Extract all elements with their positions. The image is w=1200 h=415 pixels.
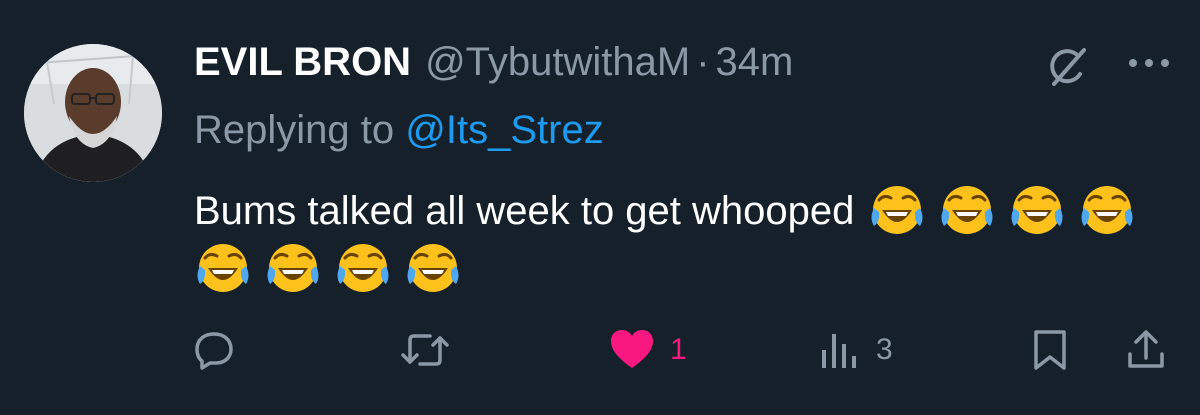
laughing-tears-emoji <box>334 240 392 296</box>
views-icon <box>822 334 856 368</box>
heart-icon <box>611 330 653 368</box>
share-icon <box>1128 330 1164 368</box>
reply-button[interactable] <box>192 320 250 380</box>
reply-to-handle[interactable]: @Its_Strez <box>405 108 603 152</box>
laughing-tears-emoji <box>194 240 252 296</box>
display-name[interactable]: EVIL BRON <box>194 38 411 86</box>
views-button[interactable]: 3 <box>818 320 893 380</box>
laughing-tears-emoji <box>1008 182 1066 238</box>
action-bar: 1 3 <box>0 320 1200 380</box>
retweet-button[interactable] <box>400 320 464 380</box>
timestamp[interactable]: 34m <box>716 38 794 86</box>
share-button[interactable] <box>1124 320 1168 380</box>
more-icon[interactable] <box>1126 48 1172 78</box>
laughing-tears-emoji <box>868 182 926 238</box>
avatar[interactable] <box>24 44 162 182</box>
tweet-header: EVIL BRON @TybutwithaM · 34m <box>194 38 793 86</box>
replying-to-label: Replying to <box>194 108 395 152</box>
reply-icon <box>195 332 233 370</box>
tweet-text-body: Bums talked all week to get whooped <box>194 189 855 233</box>
laughing-tears-emoji <box>404 240 462 296</box>
laughing-tears-emoji <box>938 182 996 238</box>
user-handle[interactable]: @TybutwithaM <box>425 38 690 86</box>
bookmark-button[interactable] <box>1030 320 1070 380</box>
like-button[interactable]: 1 <box>608 320 687 380</box>
time-separator: · <box>696 40 710 84</box>
grok-icon[interactable] <box>1044 44 1090 90</box>
views-count: 3 <box>876 333 893 366</box>
laughing-tears-emoji <box>264 240 322 296</box>
replying-to: Replying to @Its_Strez <box>194 106 604 154</box>
laughing-tears-emoji <box>1078 182 1136 238</box>
like-count: 1 <box>670 333 687 366</box>
retweet-icon <box>401 334 449 366</box>
bookmark-icon <box>1034 330 1066 370</box>
tweet-text: Bums talked all week to get whooped <box>194 182 1154 298</box>
